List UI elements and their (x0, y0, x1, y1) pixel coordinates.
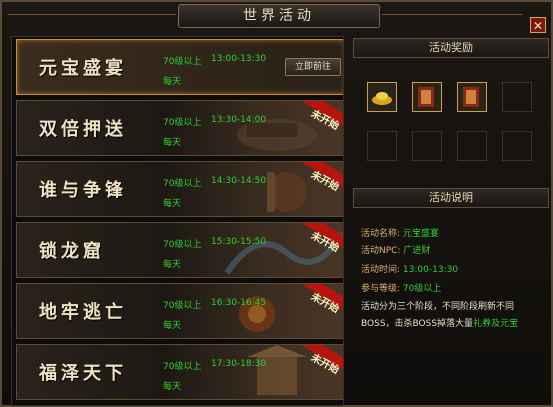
go-now-button[interactable]: 立即前往 (285, 58, 341, 76)
reward-slot-empty (502, 131, 532, 161)
activity-frequency: 每天 (163, 382, 182, 392)
window-title: 世界活动 (178, 4, 380, 28)
title-bar: 世界活动 ✕ (2, 2, 551, 33)
activity-row[interactable]: 福泽天下 70级以上 17:30-18:30 每天 未开始 (16, 344, 343, 400)
desc-level-value: 70级以上 (402, 284, 442, 294)
activity-list: 元宝盛宴 70级以上 13:00-13:30 每天 立即前往 双倍押送 70级以… (11, 36, 344, 406)
activity-level: 70级以上 (163, 301, 202, 311)
desc-text2-highlight: 礼券及元宝 (473, 319, 519, 329)
activity-time: 13:00-13:30 (211, 54, 267, 64)
activity-level: 70级以上 (163, 179, 202, 189)
desc-text-line2: BOSS，击杀BOSS掉落大量礼券及元宝 (361, 316, 518, 329)
desc-time-value: 13:00-13:30 (402, 265, 459, 275)
activity-level: 70级以上 (163, 240, 202, 250)
activity-level: 70级以上 (163, 118, 202, 128)
rewards-header: 活动奖励 (353, 38, 549, 58)
activity-frequency: 每天 (163, 77, 182, 87)
activity-row[interactable]: 双倍押送 70级以上 13:30-14:00 每天 未开始 (16, 100, 343, 156)
skill-book-icon (418, 87, 434, 107)
desc-name-value: 元宝盛宴 (402, 229, 439, 239)
desc-time-line: 活动时间: 13:00-13:30 (361, 262, 458, 275)
desc-npc-value: 广进财 (403, 246, 431, 256)
activity-frequency: 每天 (163, 199, 182, 209)
activity-frequency: 每天 (163, 260, 182, 270)
not-started-ribbon: 未开始 (298, 284, 343, 318)
activity-name: 谁与争锋 (39, 180, 127, 201)
desc-text-line1: 活动分为三个阶段，不同阶段刷新不同 (361, 302, 515, 312)
activity-time: 14:30-14:50 (211, 176, 267, 186)
reward-slot-empty (502, 82, 532, 112)
activity-time: 15:30-15:50 (211, 237, 267, 247)
not-started-ribbon: 未开始 (298, 345, 343, 379)
desc-name-label: 活动名称: (361, 229, 401, 239)
desc-npc-line: 活动NPC: 广进财 (361, 243, 430, 256)
desc-time-label: 活动时间: (361, 265, 401, 275)
skill-book-icon (463, 87, 479, 107)
desc-level-label: 参与等级: (361, 284, 401, 294)
activity-name: 锁龙窟 (39, 241, 105, 262)
activity-level: 70级以上 (163, 362, 202, 372)
activity-row[interactable]: 谁与争锋 70级以上 14:30-14:50 每天 未开始 (16, 161, 343, 217)
desc-level-line: 参与等级: 70级以上 (361, 281, 441, 294)
activity-frequency: 每天 (163, 321, 182, 331)
activity-name: 双倍押送 (39, 119, 127, 140)
activity-row[interactable]: 锁龙窟 70级以上 15:30-15:50 每天 未开始 (16, 222, 343, 278)
reward-slot[interactable] (457, 82, 487, 112)
not-started-ribbon: 未开始 (298, 101, 343, 135)
activity-name: 福泽天下 (39, 363, 127, 384)
activity-row[interactable]: 地牢逃亡 70级以上 16:30-16:45 每天 未开始 (16, 283, 343, 339)
right-panel: 活动奖励 活动说明 活动名称: 元宝盛宴 活动NPC: 广进财 活动时间: 13… (353, 36, 549, 406)
activity-name: 元宝盛宴 (39, 58, 127, 79)
activity-level: 70级以上 (163, 57, 202, 67)
reward-slot-empty (457, 131, 487, 161)
gold-ingot-icon (372, 92, 392, 105)
title-divider-right (382, 14, 522, 15)
reward-slot-empty (412, 131, 442, 161)
activity-time: 13:30-14:00 (211, 115, 267, 125)
activity-time: 16:30-16:45 (211, 298, 267, 308)
activity-frequency: 每天 (163, 138, 182, 148)
activity-name: 地牢逃亡 (39, 302, 127, 323)
close-button[interactable]: ✕ (530, 17, 546, 33)
activity-row[interactable]: 元宝盛宴 70级以上 13:00-13:30 每天 立即前往 (16, 39, 343, 95)
reward-slot-empty (367, 131, 397, 161)
not-started-ribbon: 未开始 (298, 162, 343, 196)
desc-npc-label: 活动NPC: (361, 246, 401, 256)
reward-slot[interactable] (412, 82, 442, 112)
reward-slot[interactable] (367, 82, 397, 112)
description-header: 活动说明 (353, 188, 549, 208)
world-activity-window: 世界活动 ✕ 元宝盛宴 70级以上 13:00-13:30 每天 立即前往 双倍… (0, 0, 553, 407)
desc-name-line: 活动名称: 元宝盛宴 (361, 226, 439, 239)
not-started-ribbon: 未开始 (298, 223, 343, 257)
title-divider-left (8, 14, 176, 15)
desc-text2-plain: BOSS，击杀BOSS掉落大量 (361, 319, 474, 329)
activity-time: 17:30-18:30 (211, 359, 267, 369)
